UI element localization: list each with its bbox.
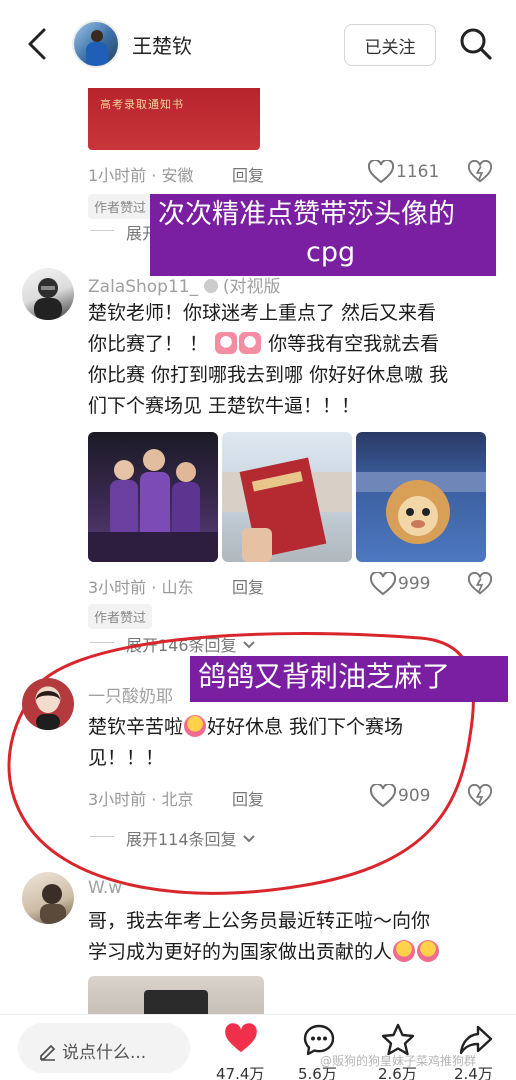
verified-icon — [203, 279, 218, 293]
username-suffix: (对视版 — [222, 277, 281, 297]
hug-emoji-icon — [417, 940, 440, 962]
divider — [90, 836, 114, 837]
like-count: 909 — [398, 786, 431, 806]
comment-text: 哥，我去年考上公务员最近转正啦～向你 学习成为更好的为国家做出贡献的人 — [88, 906, 488, 968]
comment-photo[interactable] — [88, 976, 264, 1014]
hug-emoji-icon — [184, 715, 207, 737]
comment-fragment: 你等我有空我就去看 — [268, 333, 440, 355]
comment-text: 楚钦辛苦啦 好好休息 我们下个赛场 见！！！ — [88, 712, 488, 774]
comment-line: 哥，我去年考上公务员最近转正啦～向你 — [88, 910, 431, 932]
top-bar: 王楚钦 已关注 — [0, 0, 516, 88]
author-avatar[interactable] — [72, 20, 120, 68]
image-caption: 高考录取通知书 — [100, 98, 184, 111]
comment-line: 学习成为更好的为国家做出贡献的人 — [88, 937, 488, 968]
comment-time-location: 1小时前 · 安徽 — [88, 166, 194, 185]
comment-time-location: 3小时前 · 北京 — [88, 790, 194, 809]
reply-button[interactable]: 回复 — [232, 574, 264, 598]
comment-text: 楚钦老师！你球迷考上重点了 然后又来看 你比赛了！ ！ 你等我有空我就去看 你比… — [88, 298, 488, 422]
comment-list: 高考录取通知书 1小时前 · 安徽 回复 1161 作者赞过 展开 次次精准点赞… — [0, 88, 516, 1014]
comment-line: 你比赛 你打到哪我去到哪 你好好休息嗷 我 — [88, 364, 449, 386]
dislike-icon[interactable] — [467, 159, 493, 188]
comment-photo[interactable] — [222, 432, 352, 562]
like-icon[interactable] — [224, 1023, 258, 1059]
pencil-icon — [38, 1041, 58, 1065]
crying-emoji-icon — [239, 332, 262, 354]
expand-replies[interactable]: 展开114条回复 — [126, 826, 256, 850]
comment-line: 楚钦老师！你球迷考上重点了 然后又来看 — [88, 302, 437, 324]
back-icon[interactable] — [22, 26, 54, 62]
comment-photo[interactable] — [356, 432, 486, 562]
comment-fragment: 你比赛了！ ！ — [88, 333, 209, 355]
like-count: 1161 — [396, 162, 440, 182]
like-total: 47.4万 — [216, 1065, 265, 1080]
reply-button[interactable]: 回复 — [232, 162, 264, 186]
watermark-text: @贩狗的狗皇妹子菜鸡推狗群 — [320, 1054, 477, 1068]
search-icon[interactable] — [458, 26, 494, 62]
comment-line: 们下个赛场见 王楚钦牛逼！！！ — [88, 395, 361, 417]
hug-emoji-icon — [393, 940, 416, 962]
username[interactable]: W.w — [88, 878, 122, 898]
heart-icon[interactable] — [369, 570, 397, 600]
comment-photo[interactable] — [88, 432, 218, 562]
comment-fragment: 好好休息 我们下个赛场 — [207, 716, 404, 738]
comment-time-location: 3小时前 · 山东 — [88, 578, 194, 597]
author-name[interactable]: 王楚钦 — [132, 30, 192, 59]
user-avatar[interactable] — [22, 678, 74, 730]
annotation-caption: 鸽鸽又背刺油芝麻了 — [190, 656, 508, 702]
expand-label: 展开114条回复 — [126, 830, 237, 849]
comment-fragment: 楚钦辛苦啦 — [88, 716, 184, 738]
comment-input-placeholder: 说点什么... — [62, 1043, 147, 1063]
user-avatar[interactable] — [22, 872, 74, 924]
annotation-line: 次次精准点赞带莎头像的 — [158, 199, 455, 230]
divider — [90, 230, 114, 231]
annotation-caption: 次次精准点赞带莎头像的 cpg — [150, 194, 496, 276]
comment-line: 你比赛了！ ！ 你等我有空我就去看 — [88, 329, 488, 360]
like-count: 999 — [398, 574, 431, 594]
heart-icon[interactable] — [367, 158, 395, 188]
chevron-down-icon — [242, 835, 255, 843]
crying-emoji-icon — [215, 332, 238, 354]
comment-fragment: 学习成为更好的为国家做出贡献的人 — [88, 941, 393, 963]
comment-line: 见！！！ — [88, 747, 165, 769]
username[interactable]: ZalaShop11_ (对视版 — [88, 272, 281, 297]
author-liked-tag: 作者赞过 — [88, 194, 153, 219]
username-text: ZalaShop11_ — [88, 277, 199, 297]
annotation-line: cpg — [306, 237, 356, 268]
comment-line: 楚钦辛苦啦 好好休息 我们下个赛场 — [88, 712, 488, 743]
username[interactable]: 一只酸奶耶 — [88, 682, 173, 707]
user-avatar[interactable] — [22, 268, 74, 320]
dislike-icon[interactable] — [467, 571, 493, 600]
heart-icon[interactable] — [369, 782, 397, 812]
bottom-action-bar: 说点什么... 47.4万 5.6万 2.6万 2.4万 — [0, 1014, 516, 1080]
reply-button[interactable]: 回复 — [232, 786, 264, 810]
dislike-icon[interactable] — [467, 783, 493, 812]
follow-button[interactable]: 已关注 — [344, 24, 436, 66]
